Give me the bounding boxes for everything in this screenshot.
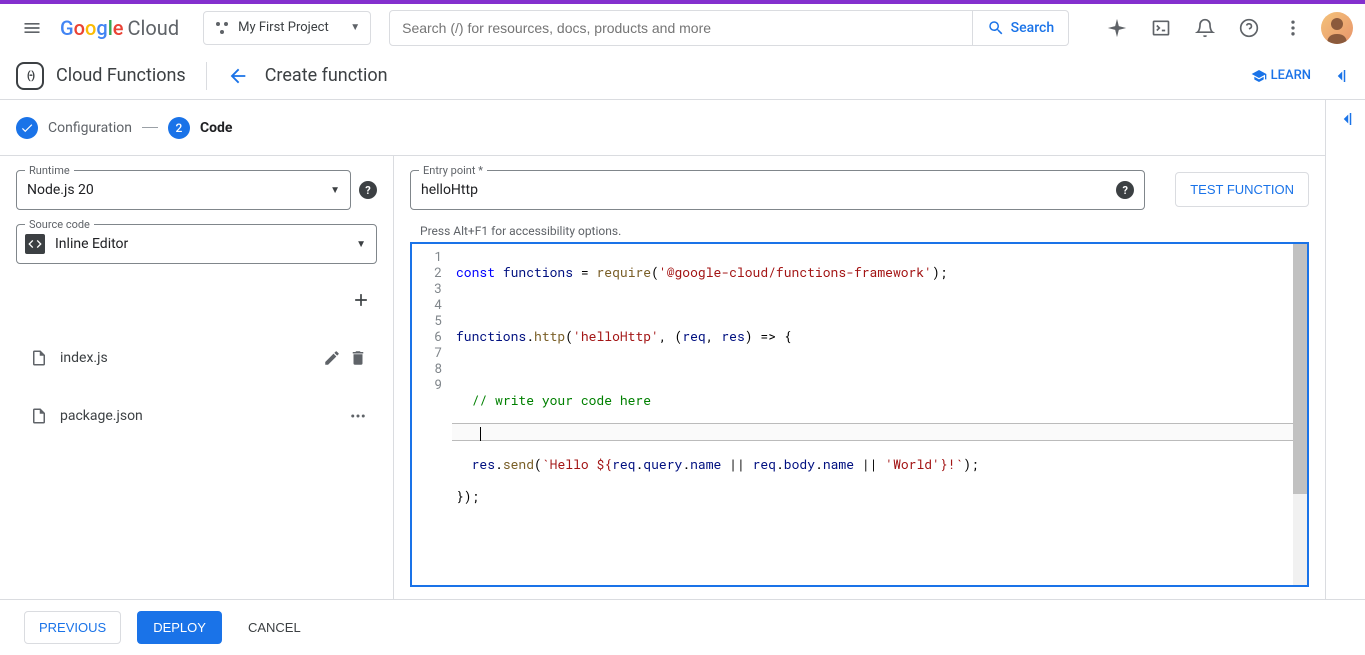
file-icon xyxy=(30,349,48,367)
stepper: Configuration 2 Code xyxy=(0,100,1325,156)
caret-down-icon: ▼ xyxy=(350,22,360,33)
expand-panel-icon[interactable] xyxy=(1337,110,1355,128)
search-icon xyxy=(987,19,1005,37)
file-item-index-js[interactable]: index.js xyxy=(16,336,377,380)
notifications-icon[interactable] xyxy=(1185,8,1225,48)
more-icon[interactable] xyxy=(1273,8,1313,48)
search-button[interactable]: Search xyxy=(972,11,1068,45)
delete-file-icon[interactable] xyxy=(349,349,367,367)
step-2-label: Code xyxy=(200,120,233,136)
logo[interactable]: Google Cloud xyxy=(60,16,179,40)
source-code-select[interactable]: Source code Inline Editor ▼ xyxy=(16,224,377,264)
cancel-button[interactable]: CANCEL xyxy=(238,612,311,643)
top-header: Google Cloud My First Project ▼ Search xyxy=(0,4,1365,52)
step-2-badge: 2 xyxy=(168,117,190,139)
page-title: Create function xyxy=(265,65,388,86)
edit-file-icon[interactable] xyxy=(323,349,341,367)
project-name: My First Project xyxy=(238,20,342,35)
menu-icon[interactable] xyxy=(12,8,52,48)
runtime-select[interactable]: Runtime Node.js 20 ▼ xyxy=(16,170,351,210)
previous-button[interactable]: PREVIOUS xyxy=(24,611,121,644)
file-item-package-json[interactable]: package.json xyxy=(16,394,377,438)
footer: PREVIOUS DEPLOY CANCEL xyxy=(0,599,1365,655)
help-icon[interactable] xyxy=(1229,8,1269,48)
source-label: Source code xyxy=(25,218,94,231)
step-1-label[interactable]: Configuration xyxy=(48,120,132,136)
more-file-icon[interactable] xyxy=(349,407,367,425)
runtime-value: Node.js 20 xyxy=(27,182,330,198)
avatar[interactable] xyxy=(1321,12,1353,44)
header-actions xyxy=(1097,8,1353,48)
source-icon xyxy=(25,234,45,254)
runtime-help-icon[interactable]: ? xyxy=(359,181,377,199)
cloud-shell-icon[interactable] xyxy=(1141,8,1181,48)
entry-point-input[interactable]: Entry point * helloHttp ? xyxy=(410,170,1145,210)
learn-icon xyxy=(1251,68,1267,84)
caret-down-icon: ▼ xyxy=(356,239,366,250)
entry-help-icon[interactable]: ? xyxy=(1116,181,1134,199)
entry-point-value: helloHttp xyxy=(421,182,1108,198)
deploy-button[interactable]: DEPLOY xyxy=(137,611,222,644)
file-name: package.json xyxy=(60,408,349,424)
caret-down-icon: ▼ xyxy=(330,185,340,196)
a11y-hint: Press Alt+F1 for accessibility options. xyxy=(410,220,1309,242)
runtime-label: Runtime xyxy=(25,164,74,177)
test-function-button[interactable]: TEST FUNCTION xyxy=(1175,172,1309,207)
step-1-check-icon[interactable] xyxy=(16,117,38,139)
source-value: Inline Editor xyxy=(55,236,356,252)
collapse-panel-icon[interactable] xyxy=(1331,67,1349,85)
search-input[interactable] xyxy=(390,20,972,36)
gemini-icon[interactable] xyxy=(1097,8,1137,48)
add-file-button[interactable] xyxy=(345,284,377,316)
side-panel-collapsed xyxy=(1325,100,1365,599)
back-arrow-icon[interactable] xyxy=(227,65,249,87)
product-title: Cloud Functions xyxy=(56,65,186,86)
logo-suffix: Cloud xyxy=(128,16,180,40)
file-icon xyxy=(30,407,48,425)
scrollbar[interactable] xyxy=(1293,244,1307,585)
code-content[interactable]: const functions = require('@google-cloud… xyxy=(452,244,1307,585)
sub-header: (··) Cloud Functions Create function LEA… xyxy=(0,52,1365,100)
project-selector[interactable]: My First Project ▼ xyxy=(203,11,371,45)
entry-point-label: Entry point * xyxy=(419,164,487,177)
file-name: index.js xyxy=(60,350,323,366)
project-icon xyxy=(214,20,230,36)
code-editor[interactable]: 123456789 const functions = require('@go… xyxy=(410,242,1309,587)
line-gutter: 123456789 xyxy=(412,244,452,585)
learn-link[interactable]: LEARN xyxy=(1251,68,1311,84)
search-bar[interactable]: Search xyxy=(389,10,1069,46)
cloud-functions-icon: (··) xyxy=(16,62,44,90)
